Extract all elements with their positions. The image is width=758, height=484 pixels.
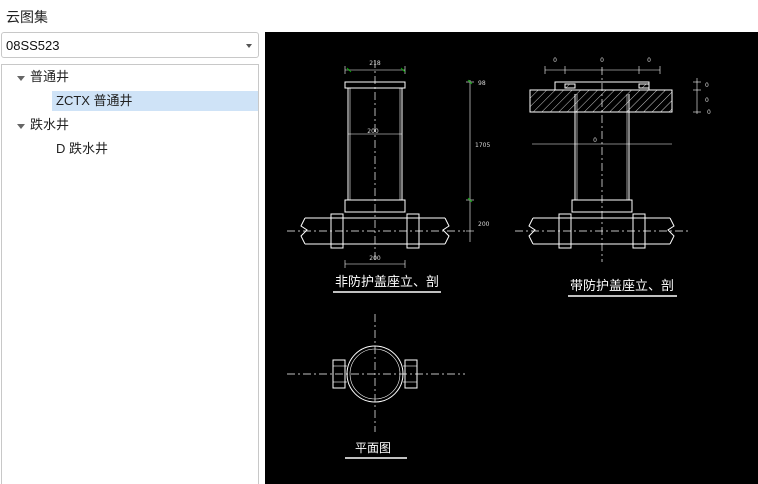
dim-height-mid: 1705 (475, 142, 490, 149)
tree-node-zctx-putong-jing[interactable]: ZCTX 普通井 (52, 91, 258, 111)
dim-bottom-width: 200 (369, 255, 381, 262)
caption-left-section: 非防护盖座立、剖 (335, 274, 439, 290)
dim-right-side-c: 0 (707, 109, 711, 116)
dim-inner-width: 200 (367, 128, 379, 135)
tree-node-putong-jing[interactable]: 普通井 (30, 67, 69, 87)
caption-right-section: 带防护盖座立、剖 (570, 278, 674, 294)
plan-view-drawing (287, 314, 465, 432)
dim-right-side-b: 0 (705, 97, 709, 104)
right-section-drawing (515, 66, 701, 262)
left-section-drawing (287, 60, 474, 268)
dim-top-width: 218 (369, 60, 381, 67)
dim-right-top-c: 0 (647, 57, 651, 64)
expand-toggle-icon[interactable] (17, 76, 25, 81)
expand-toggle-icon[interactable] (17, 124, 25, 129)
tree-node-d-dieshui-jing[interactable]: D 跌水井 (56, 139, 108, 159)
dim-height-bottom: 200 (478, 221, 490, 228)
catalog-tree: 普通井 ZCTX 普通井 跌水井 D 跌水井 (1, 64, 259, 484)
dim-height-top: 98 (478, 80, 486, 87)
drawing-canvas[interactable]: 218 200 200 98 1705 200 非防护盖座立、剖 0 0 0 0… (265, 32, 758, 484)
dim-right-side-a: 0 (705, 82, 709, 89)
tree-node-dieshui-jing[interactable]: 跌水井 (30, 115, 69, 135)
chevron-down-icon[interactable] (246, 44, 252, 48)
dim-right-top-a: 0 (553, 57, 557, 64)
atlas-select[interactable]: 08SS523 (1, 32, 259, 58)
app-title: 云图集 (6, 9, 48, 25)
cad-drawing: 218 200 200 98 1705 200 非防护盖座立、剖 0 0 0 0… (287, 57, 711, 459)
dim-right-mid: 0 (593, 137, 597, 144)
caption-plan: 平面图 (355, 441, 391, 455)
dim-right-top-b: 0 (600, 57, 604, 64)
atlas-select-value: 08SS523 (6, 38, 60, 53)
